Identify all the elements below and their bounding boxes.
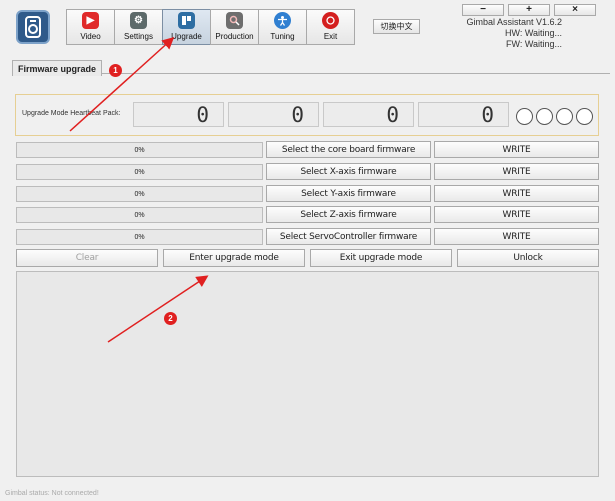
fw-status-text: FW: Waiting... xyxy=(505,39,562,49)
video-icon: ▶ xyxy=(82,12,99,29)
tab-firmware-upgrade[interactable]: Firmware upgrade xyxy=(12,60,102,76)
write-z-axis-button[interactable]: WRITE xyxy=(434,206,599,223)
write-core-board-button[interactable]: WRITE xyxy=(434,141,599,158)
heartbeat-led-1 xyxy=(516,108,533,125)
heartbeat-counter-4: 0 xyxy=(418,102,509,127)
select-y-axis-firmware-button[interactable]: Select Y-axis firmware xyxy=(266,185,431,202)
close-button[interactable]: × xyxy=(554,4,596,16)
write-servo-controller-button[interactable]: WRITE xyxy=(434,228,599,245)
x-axis-progress: 0% xyxy=(16,164,263,180)
app-logo xyxy=(16,10,50,44)
toolbar-production-button[interactable]: Production xyxy=(210,9,259,45)
heartbeat-led-4 xyxy=(576,108,593,125)
toolbar-upgrade-label: Upgrade xyxy=(171,32,202,41)
y-axis-progress: 0% xyxy=(16,186,263,202)
toolbar-exit-label: Exit xyxy=(323,32,338,41)
write-x-axis-button[interactable]: WRITE xyxy=(434,163,599,180)
gimbal-logo-icon xyxy=(25,16,41,38)
maximize-button[interactable]: + xyxy=(508,4,550,16)
upgrade-icon xyxy=(178,12,195,29)
toolbar-video-label: Video xyxy=(80,32,101,41)
heartbeat-led-2 xyxy=(536,108,553,125)
core-board-progress: 0% xyxy=(16,142,263,158)
upgrade-log-textarea[interactable] xyxy=(16,271,599,477)
device-info: Gimbal Assistant V1.6.2 HW: Waiting... F… xyxy=(454,17,562,50)
select-z-axis-firmware-button[interactable]: Select Z-axis firmware xyxy=(266,206,431,223)
gear-icon: ⚙ xyxy=(130,12,147,29)
servo-controller-progress: 0% xyxy=(16,229,263,245)
language-toggle-button[interactable]: 切换中文 xyxy=(373,19,420,34)
main-toolbar: ▶ Video ⚙ Settings Upgrade Production Tu… xyxy=(66,9,355,45)
heartbeat-led-3 xyxy=(556,108,573,125)
toolbar-exit-button[interactable]: Exit xyxy=(306,9,355,45)
person-icon xyxy=(274,12,291,29)
app-version-text: Gimbal Assistant V1.6.2 xyxy=(466,17,562,27)
select-servo-controller-firmware-button[interactable]: Select ServoController firmware xyxy=(266,228,431,245)
gimbal-status-text: Gimbal status: Not connected! xyxy=(5,490,99,497)
toolbar-tuning-label: Tuning xyxy=(270,32,295,41)
toolbar-upgrade-button[interactable]: Upgrade xyxy=(162,9,211,45)
exit-upgrade-mode-button[interactable]: Exit upgrade mode xyxy=(310,249,452,267)
power-icon xyxy=(322,12,339,29)
annotation-badge-2: 2 xyxy=(164,312,177,325)
toolbar-production-label: Production xyxy=(215,32,254,41)
enter-upgrade-mode-button[interactable]: Enter upgrade mode xyxy=(163,249,305,267)
toolbar-settings-button[interactable]: ⚙ Settings xyxy=(114,9,163,45)
z-axis-progress: 0% xyxy=(16,207,263,223)
toolbar-tuning-button[interactable]: Tuning xyxy=(258,9,307,45)
annotation-badge-1: 1 xyxy=(109,64,122,77)
search-icon xyxy=(226,12,243,29)
toolbar-settings-label: Settings xyxy=(124,32,153,41)
heartbeat-counter-3: 0 xyxy=(323,102,414,127)
select-x-axis-firmware-button[interactable]: Select X-axis firmware xyxy=(266,163,431,180)
toolbar-video-button[interactable]: ▶ Video xyxy=(66,9,115,45)
heartbeat-counter-1: 0 xyxy=(133,102,224,127)
minimize-button[interactable]: − xyxy=(462,4,504,16)
heartbeat-label: Upgrade Mode Heartbeat Pack: xyxy=(22,110,121,117)
clear-button[interactable]: Clear xyxy=(16,249,158,267)
unlock-button[interactable]: Unlock xyxy=(457,249,599,267)
hw-status-text: HW: Waiting... xyxy=(504,28,562,38)
write-y-axis-button[interactable]: WRITE xyxy=(434,185,599,202)
heartbeat-counter-2: 0 xyxy=(228,102,319,127)
select-core-board-firmware-button[interactable]: Select the core board firmware xyxy=(266,141,431,158)
